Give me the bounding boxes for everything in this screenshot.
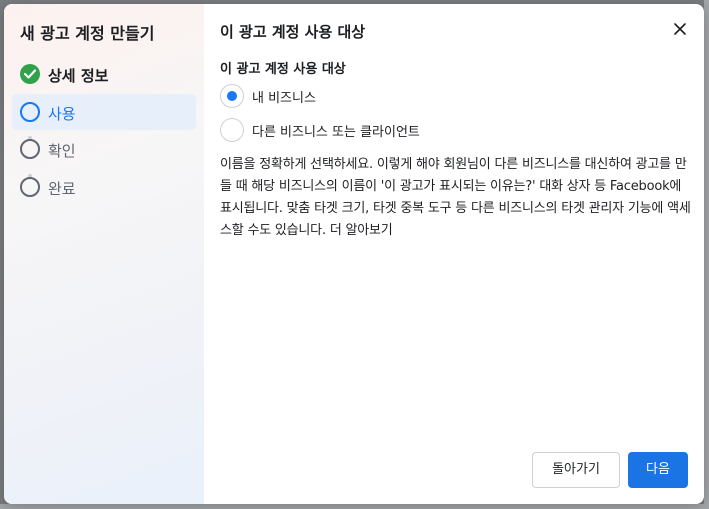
step-confirm[interactable]: 확인 <box>12 131 196 167</box>
checkmark-icon <box>20 64 40 84</box>
description-body: 이름을 정확하게 선택하세요. 이렇게 해야 회원님이 다른 비즈니스를 대신하… <box>220 157 691 238</box>
description-text: 이름을 정확하게 선택하세요. 이렇게 해야 회원님이 다른 비즈니스를 대신하… <box>220 154 692 242</box>
radio-button[interactable] <box>220 118 244 142</box>
step-label: 상세 정보 <box>48 67 109 85</box>
step-label: 완료 <box>48 180 76 198</box>
option-label: 다른 비즈니스 또는 클라이언트 <box>252 125 420 140</box>
radio-button-selected[interactable] <box>220 84 244 108</box>
learn-more-link[interactable]: 더 알아보기 <box>330 223 393 238</box>
background-page-strip <box>704 0 709 509</box>
create-ad-account-dialog: 새 광고 계정 만들기 상세 정보 사용 확인 완료 이 광고 계정 사용 대상 <box>4 4 704 504</box>
close-icon[interactable] <box>672 21 688 37</box>
dialog-main: 이 광고 계정 사용 대상 이 광고 계정 사용 대상 내 비즈니스 다른 비즈… <box>204 4 704 504</box>
sidebar-title: 새 광고 계정 만들기 <box>20 24 155 43</box>
step-label: 확인 <box>48 142 76 160</box>
dialog-title: 이 광고 계정 사용 대상 <box>220 23 366 41</box>
step-label: 사용 <box>48 105 76 123</box>
section-label: 이 광고 계정 사용 대상 <box>220 62 346 77</box>
current-step-circle-icon <box>20 102 40 122</box>
pending-step-circle-icon <box>20 177 40 197</box>
step-usage[interactable]: 사용 <box>12 94 196 130</box>
background-page-strip-bottom <box>0 504 709 509</box>
pending-step-circle-icon <box>20 139 40 159</box>
step-details[interactable]: 상세 정보 <box>12 56 196 92</box>
step-complete[interactable]: 완료 <box>12 169 196 205</box>
back-button[interactable]: 돌아가기 <box>532 452 620 488</box>
option-label: 내 비즈니스 <box>252 91 316 106</box>
wizard-sidebar: 새 광고 계정 만들기 상세 정보 사용 확인 완료 <box>4 4 204 504</box>
next-button[interactable]: 다음 <box>628 452 688 488</box>
